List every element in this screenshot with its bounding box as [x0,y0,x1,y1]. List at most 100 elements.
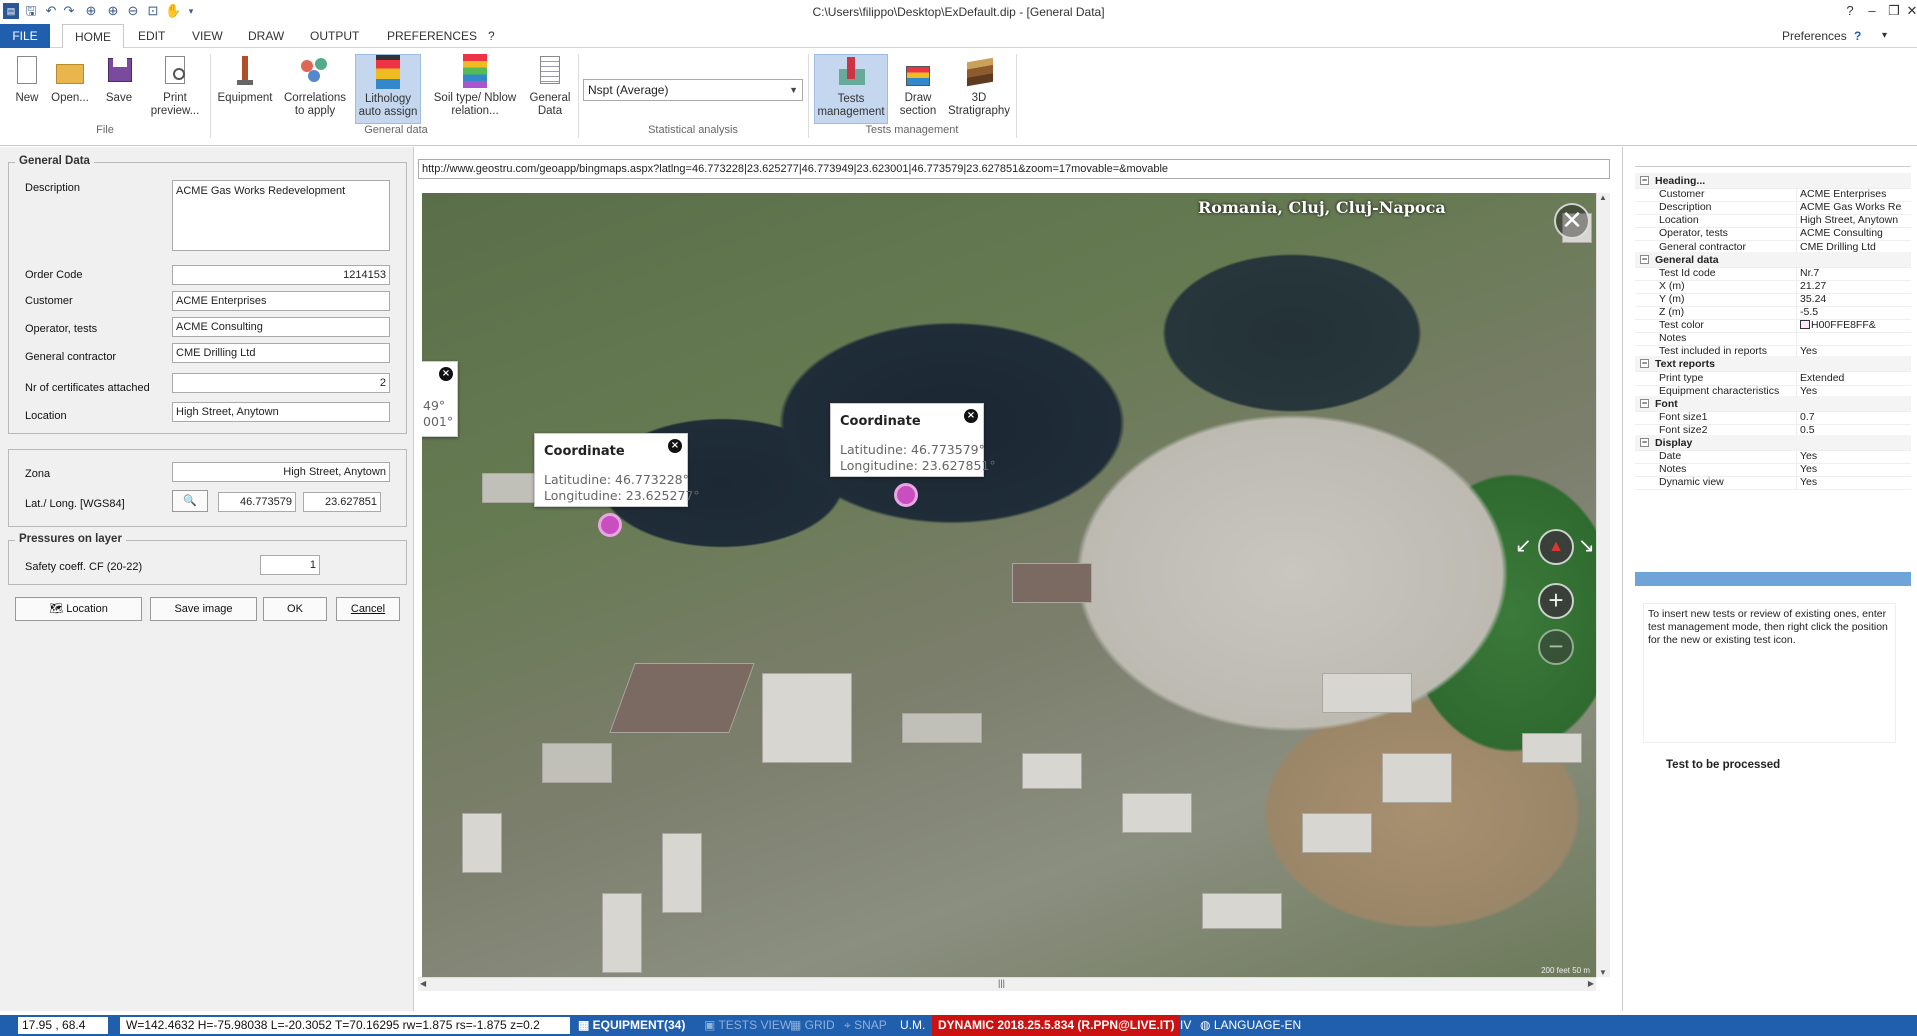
grid-toggle[interactable]: ▦ GRID [790,1015,835,1036]
snap-toggle[interactable]: ⌖ SNAP [844,1015,887,1036]
help-circle-icon[interactable]: ? [1842,24,1873,48]
tab-preferences[interactable]: PREFERENCES [375,24,489,48]
scroll-down-icon[interactable]: ▼ [1599,968,1607,977]
general-data-button[interactable]: General Data [526,54,574,118]
certificates-field[interactable]: 2 [172,373,390,393]
rotate-left-icon[interactable]: ↙ [1515,533,1532,558]
operator-field[interactable]: ACME Consulting [172,317,390,337]
group-stat-label: Statistical analysis [648,124,738,136]
location-field[interactable]: High Street, Anytown [172,402,390,422]
tab-draw[interactable]: DRAW [236,24,296,48]
tests-management-icon [835,55,867,89]
scroll-right-icon[interactable]: ▶ [1588,979,1594,988]
collapse-icon[interactable]: − [1640,176,1649,185]
test-pin-icon[interactable] [894,483,918,507]
minimize-button[interactable]: – [1862,3,1882,19]
map-search-button[interactable]: 🔍 [172,490,208,512]
building [1022,753,1082,789]
map-vertical-scrollbar[interactable]: ▲ ▼ [1596,193,1610,977]
properties-panel: − Heading... Customer ACME Enterprises Descr… [1622,147,1917,1011]
property-value-text: Yes [1800,476,1818,489]
latitude-field[interactable]: 46.773579 [218,492,296,512]
ok-button[interactable]: OK [263,597,327,621]
language-selector[interactable]: ◍ LANGUAGE-EN [1200,1015,1301,1036]
scroll-left-icon[interactable]: ◀ [420,979,426,988]
tests-view-toggle[interactable]: ▣ TESTS VIEW [704,1015,791,1036]
close-circle-icon[interactable]: ✕ [1554,203,1590,239]
equipment-status[interactable]: ▦ EQUIPMENT(34) [578,1015,685,1036]
building [542,743,612,783]
restore-button[interactable]: ❐ [1884,3,1904,19]
tab-help[interactable]: ? [476,24,507,48]
tab-view[interactable]: VIEW [180,24,235,48]
floppy-icon [103,54,135,88]
rotate-right-icon[interactable]: ↘ [1578,533,1595,558]
map-horizontal-scrollbar[interactable]: ◀ ||| ▶ [418,977,1596,991]
document-icon [534,54,566,88]
status-bar: 17.95 , 68.4 W=142.4632 H=-75.98038 L=-2… [0,1015,1917,1036]
order-code-field[interactable]: 1214153 [172,265,390,285]
equipment-button[interactable]: Equipment [214,54,276,105]
print-preview-button[interactable]: Print preview... [145,54,205,118]
help-text: To insert new tests or review of existin… [1643,603,1896,743]
scroll-grip-icon[interactable]: ||| [998,978,1005,988]
property-row[interactable]: Dynamic view Yes [1635,474,1911,491]
close-button[interactable]: ✕ [1902,3,1917,19]
nspt-select[interactable]: Nspt (Average) ▼ [583,79,803,101]
tests-management-button[interactable]: Tests management [814,54,888,124]
map-view[interactable]: Romania, Cluj, Cluj-Napoca ✕ × 49° 001° … [422,193,1596,977]
collapse-icon[interactable]: − [1640,359,1649,369]
safety-coeff-field[interactable]: 1 [260,555,320,575]
description-field[interactable]: ACME Gas Works Redevelopment [172,180,390,251]
zoom-out-button[interactable]: − [1538,629,1574,665]
contractor-field[interactable]: CME Drilling Ltd [172,343,390,363]
customer-label: Customer [25,295,73,307]
ribbon-chevron-icon[interactable]: ▾ [1870,24,1899,48]
help-icon[interactable]: ? [1840,3,1860,19]
grid-icon: ▦ [790,1018,805,1032]
units-toggle[interactable]: U.M. [900,1015,925,1036]
save-button[interactable]: Save [100,54,138,105]
property-value[interactable]: Yes [1796,474,1818,491]
map-url-field[interactable]: http://www.geostru.com/geoapp/bingmaps.a… [418,159,1610,179]
draw-section-button[interactable]: Draw section [894,54,942,118]
building [1122,793,1192,833]
longitude-field[interactable]: 23.627851 [303,492,381,512]
soil-type-button[interactable]: Soil type/ Nblow relation... [428,54,522,118]
collapse-icon[interactable]: − [1640,254,1649,264]
zona-field[interactable]: High Street, Anytown [172,462,390,482]
location-button[interactable]: 🗺 Location [15,597,142,621]
collapse-icon[interactable]: − [1640,438,1649,447]
close-icon[interactable]: × [439,367,453,381]
building [662,833,702,913]
close-icon[interactable]: × [668,439,682,453]
building [482,473,542,503]
save-image-button[interactable]: Save image [150,597,257,621]
cancel-button[interactable]: Cancel [336,597,400,621]
tab-edit[interactable]: EDIT [126,24,177,48]
scroll-up-icon[interactable]: ▲ [1599,193,1607,202]
new-button[interactable]: New [10,54,44,105]
customer-field[interactable]: ACME Enterprises [172,291,390,311]
close-icon[interactable]: × [964,409,978,423]
properties-splitter[interactable] [1635,572,1911,586]
3d-stratigraphy-button[interactable]: 3D Stratigraphy [944,54,1014,118]
building [609,663,755,733]
open-button[interactable]: Open... [48,54,92,105]
separator [210,54,211,138]
correlations-button[interactable]: Correlations to apply [282,54,348,118]
map-place-label: Romania, Cluj, Cluj-Napoca [1198,198,1446,217]
tab-output[interactable]: OUTPUT [298,24,371,48]
lithology-auto-assign-button[interactable]: Lithology auto assign [355,54,421,124]
tab-file[interactable]: FILE [0,24,50,48]
building [1202,893,1282,929]
zoom-in-button[interactable]: + [1538,583,1574,619]
collapse-icon[interactable]: − [1640,398,1649,408]
tab-home[interactable]: HOME [62,24,124,49]
separator [1016,54,1017,138]
coordinate-popup-partial: × 49° 001° [422,361,458,437]
property-key: Dynamic view [1659,476,1724,489]
separator [578,54,579,138]
test-pin-icon[interactable] [598,513,622,537]
compass-icon[interactable]: ▲ [1538,529,1574,565]
